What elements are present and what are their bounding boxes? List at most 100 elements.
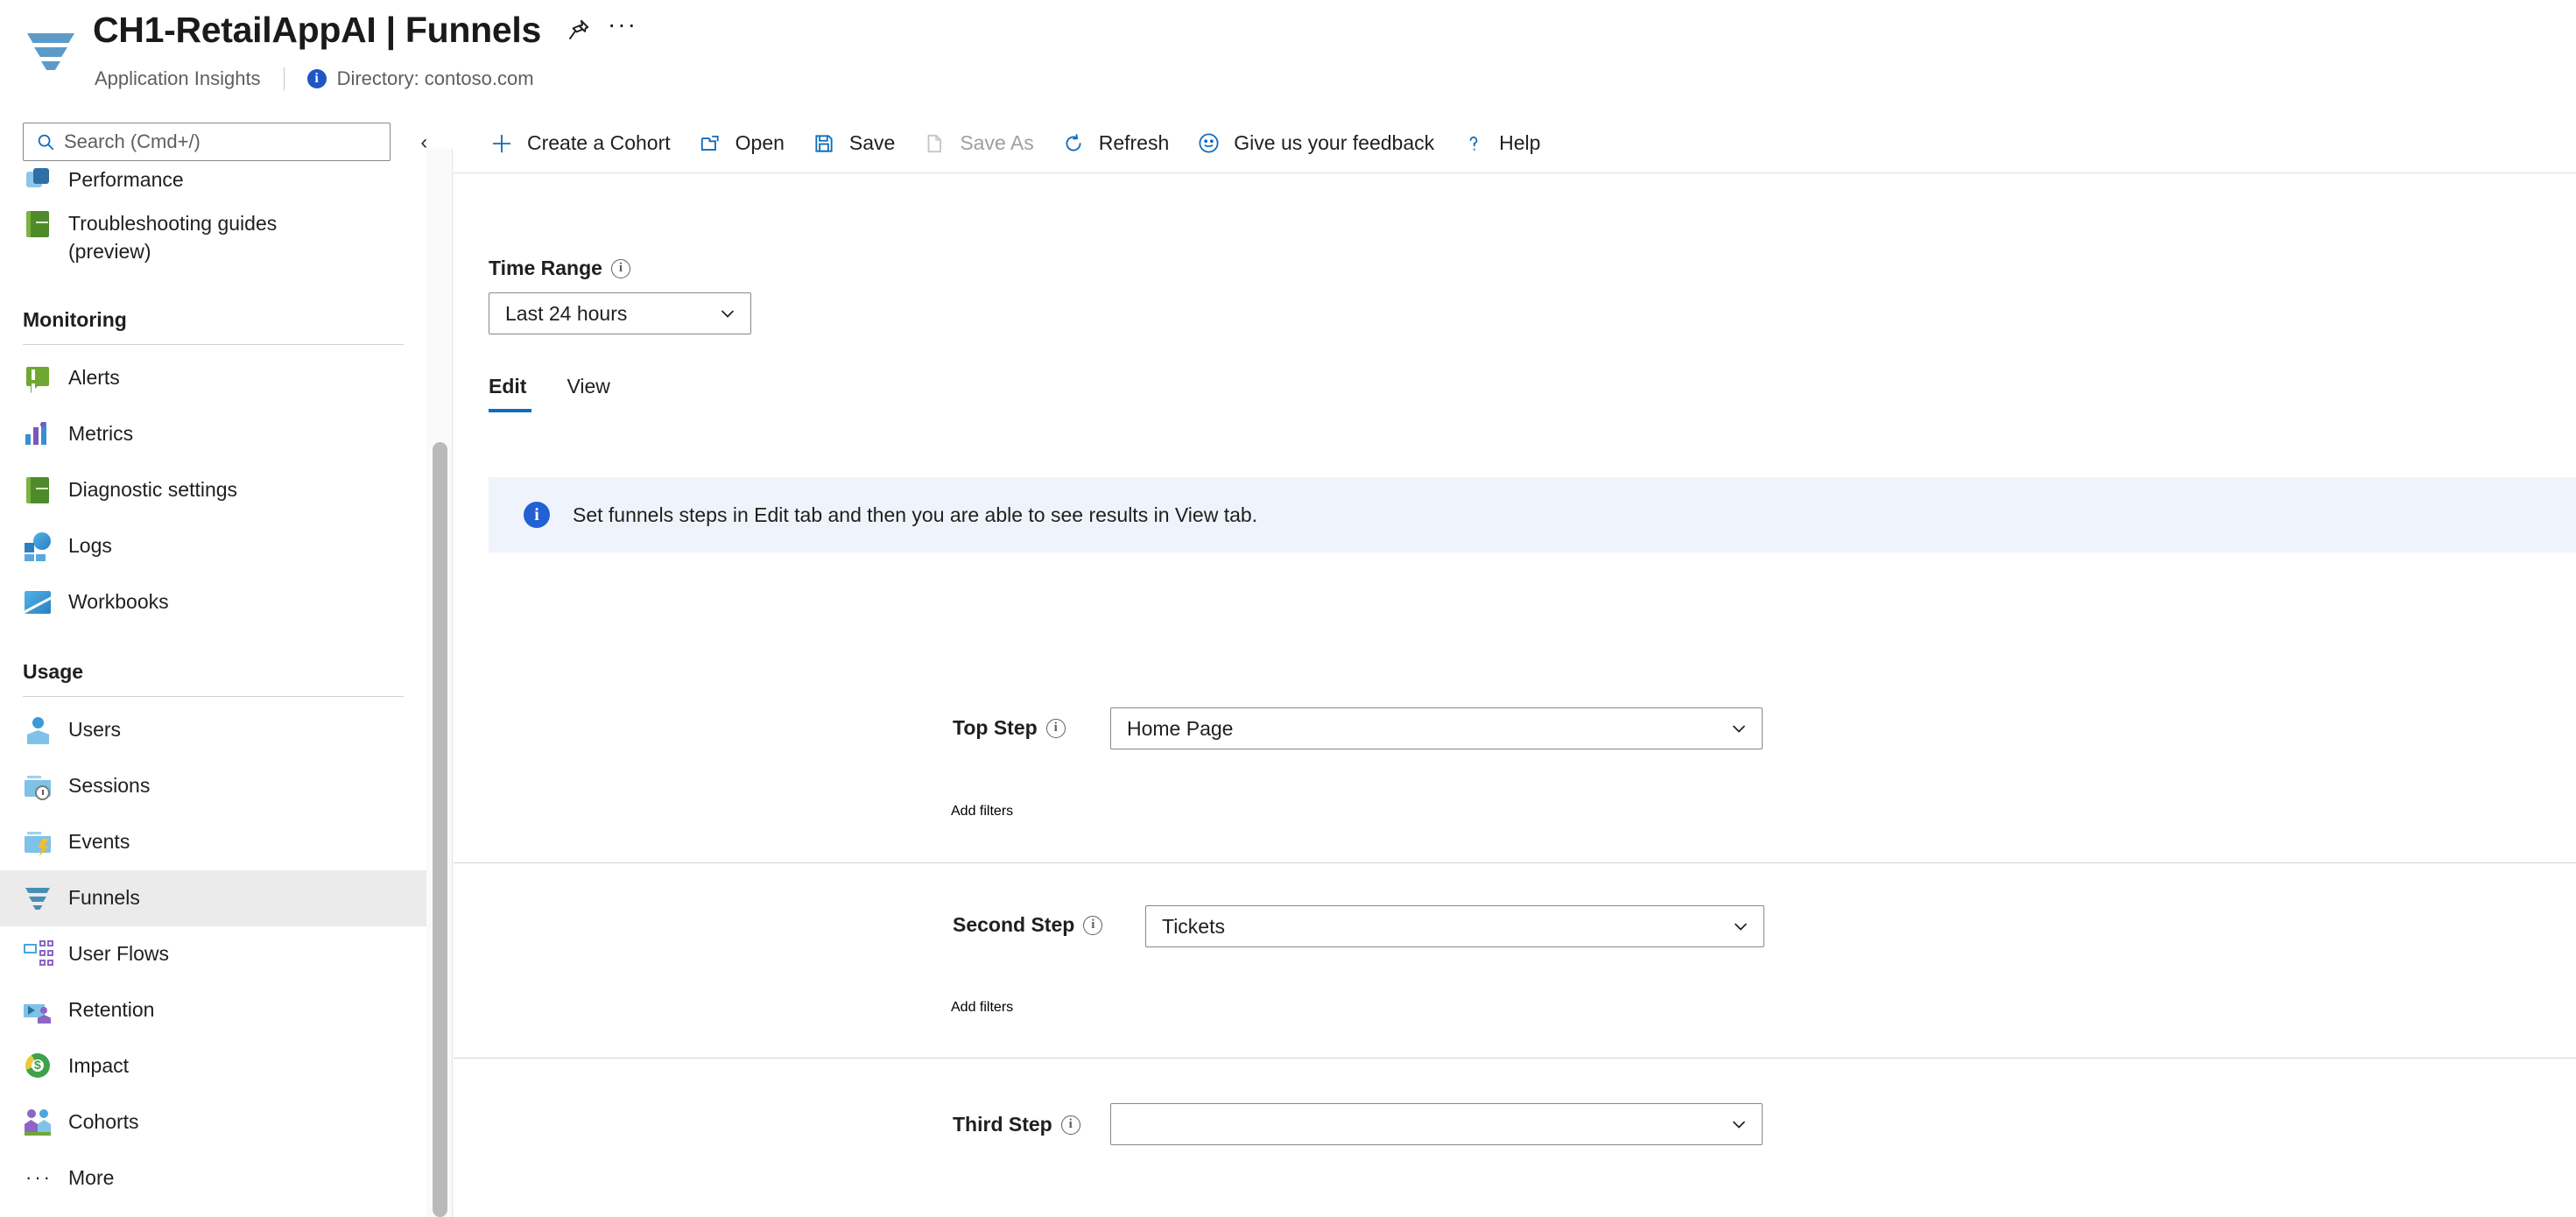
chevron-down-icon bbox=[1728, 718, 1749, 739]
sidebar-item-label: Diagnostic settings bbox=[68, 475, 237, 503]
sidebar-item-performance[interactable]: Performance bbox=[0, 152, 426, 196]
chevron-down-icon bbox=[1728, 1114, 1749, 1135]
performance-icon bbox=[23, 165, 53, 194]
sidebar-item-label: Workbooks bbox=[68, 587, 169, 616]
label-text: Third Step bbox=[953, 1113, 1052, 1136]
users-icon bbox=[23, 714, 53, 744]
third-step-dropdown[interactable] bbox=[1110, 1103, 1763, 1145]
sidebar-item-more[interactable]: ··· More bbox=[0, 1150, 426, 1206]
directory-label: Directory: contoso.com bbox=[337, 67, 534, 90]
main-content: Create a Cohort Open Save bbox=[454, 114, 2576, 1217]
button-label: Give us your feedback bbox=[1234, 131, 1434, 155]
info-circle-icon[interactable]: i bbox=[1046, 719, 1066, 738]
sidebar-item-cohorts[interactable]: Cohorts bbox=[0, 1094, 426, 1150]
sidebar-group-label: Monitoring bbox=[23, 308, 404, 344]
button-label: Save bbox=[849, 131, 895, 155]
top-step-add-filters-link[interactable]: Add filters bbox=[951, 804, 2576, 820]
editor-tabs: Edit View bbox=[489, 375, 651, 412]
more-icon: ··· bbox=[23, 1163, 53, 1192]
second-step-add-filters-link[interactable]: Add filters bbox=[951, 1000, 2576, 1016]
divider bbox=[23, 344, 404, 345]
tab-view[interactable]: View bbox=[567, 375, 615, 412]
sidebar-item-label: User Flows bbox=[68, 939, 169, 967]
time-range-dropdown[interactable]: Last 24 hours bbox=[489, 292, 751, 334]
ellipsis-icon[interactable]: ··· bbox=[604, 11, 641, 48]
time-range-value: Last 24 hours bbox=[505, 302, 717, 326]
sidebar-item-funnels[interactable]: Funnels bbox=[0, 870, 426, 926]
save-as-button[interactable]: Save As bbox=[907, 119, 1045, 168]
sidebar-item-label: Metrics bbox=[68, 419, 133, 447]
save-as-page-icon bbox=[919, 129, 949, 158]
top-step-label: Top Step i bbox=[953, 716, 1066, 740]
info-banner: i Set funnels steps in Edit tab and then… bbox=[489, 477, 2576, 552]
events-icon bbox=[23, 827, 53, 856]
question-mark-icon bbox=[1459, 129, 1489, 158]
info-circle-icon[interactable]: i bbox=[611, 259, 630, 278]
sidebar-nav: Performance Troubleshooting guides (prev… bbox=[0, 165, 426, 1217]
sidebar-group-monitoring: Monitoring bbox=[0, 308, 426, 345]
second-step-dropdown[interactable]: Tickets bbox=[1145, 905, 1764, 947]
sessions-icon bbox=[23, 770, 53, 800]
sidebar-item-troubleshooting-guides[interactable]: Troubleshooting guides (preview) bbox=[0, 196, 426, 278]
workbooks-icon bbox=[23, 587, 53, 616]
second-step-value: Tickets bbox=[1162, 915, 1730, 939]
cohorts-icon bbox=[23, 1107, 53, 1136]
label-text: Time Range bbox=[489, 257, 602, 280]
divider bbox=[454, 862, 2576, 863]
button-label: Help bbox=[1499, 131, 1540, 155]
sidebar-item-events[interactable]: Events bbox=[0, 814, 426, 870]
sidebar-item-logs[interactable]: Logs bbox=[0, 518, 426, 574]
sidebar-item-sessions[interactable]: Sessions bbox=[0, 758, 426, 814]
search-placeholder: Search (Cmd+/) bbox=[64, 130, 201, 153]
top-step-dropdown[interactable]: Home Page bbox=[1110, 707, 1763, 749]
save-disk-icon bbox=[809, 129, 839, 158]
sidebar-item-impact[interactable]: $ Impact bbox=[0, 1038, 426, 1094]
give-feedback-button[interactable]: Give us your feedback bbox=[1181, 119, 1446, 168]
sidebar-item-diagnostic-settings[interactable]: Diagnostic settings bbox=[0, 462, 426, 518]
info-filled-icon: i bbox=[307, 69, 327, 88]
sidebar-item-metrics[interactable]: Metrics bbox=[0, 406, 426, 462]
pin-icon[interactable] bbox=[560, 11, 597, 48]
sidebar-item-alerts[interactable]: Alerts bbox=[0, 350, 426, 406]
smiley-icon bbox=[1193, 129, 1223, 158]
third-step-label: Third Step i bbox=[953, 1113, 1080, 1136]
help-button[interactable]: Help bbox=[1446, 119, 1552, 168]
sidebar-item-label: Sessions bbox=[68, 771, 150, 799]
open-folder-icon bbox=[695, 129, 725, 158]
sidebar-item-label: Events bbox=[68, 827, 130, 855]
refresh-button[interactable]: Refresh bbox=[1046, 119, 1182, 168]
refresh-icon bbox=[1059, 129, 1088, 158]
top-step-value: Home Page bbox=[1127, 717, 1728, 741]
sidebar-item-workbooks[interactable]: Workbooks bbox=[0, 574, 426, 630]
command-bar: Create a Cohort Open Save bbox=[454, 114, 2576, 173]
info-circle-icon[interactable]: i bbox=[1061, 1115, 1080, 1135]
page-header: CH1-RetailAppAI | Funnels ··· Applicatio… bbox=[0, 0, 2576, 114]
button-label: Create a Cohort bbox=[527, 131, 671, 155]
sidebar-item-user-flows[interactable]: User Flows bbox=[0, 926, 426, 982]
chevron-down-icon bbox=[1730, 916, 1751, 937]
button-label: Open bbox=[735, 131, 785, 155]
sidebar-scrollbar-thumb[interactable] bbox=[433, 442, 447, 1217]
open-button[interactable]: Open bbox=[683, 119, 797, 168]
label-text: Second Step bbox=[953, 913, 1074, 937]
info-circle-icon[interactable]: i bbox=[1083, 916, 1102, 935]
sidebar-item-label: Funnels bbox=[68, 883, 140, 911]
sidebar-item-label: Logs bbox=[68, 531, 112, 559]
sidebar-item-label: More bbox=[68, 1164, 114, 1192]
tab-label: View bbox=[567, 375, 609, 397]
save-button[interactable]: Save bbox=[797, 119, 907, 168]
second-step-label: Second Step i bbox=[953, 913, 1102, 937]
sidebar-item-users[interactable]: Users bbox=[0, 702, 426, 758]
retention-icon bbox=[23, 995, 53, 1024]
service-name: Application Insights bbox=[95, 67, 261, 90]
logs-icon bbox=[23, 531, 53, 560]
alerts-icon bbox=[23, 362, 53, 392]
header-subtitle: Application Insights i Directory: contos… bbox=[95, 67, 534, 91]
time-range-label: Time Range i bbox=[489, 257, 630, 280]
info-filled-icon: i bbox=[524, 502, 550, 528]
sidebar-item-retention[interactable]: Retention bbox=[0, 982, 426, 1038]
double-chevron-left-icon[interactable]: « bbox=[412, 131, 426, 154]
tab-edit[interactable]: Edit bbox=[489, 375, 531, 412]
sidebar-item-label: Troubleshooting guides (preview) bbox=[68, 209, 277, 265]
create-a-cohort-button[interactable]: Create a Cohort bbox=[475, 119, 683, 168]
